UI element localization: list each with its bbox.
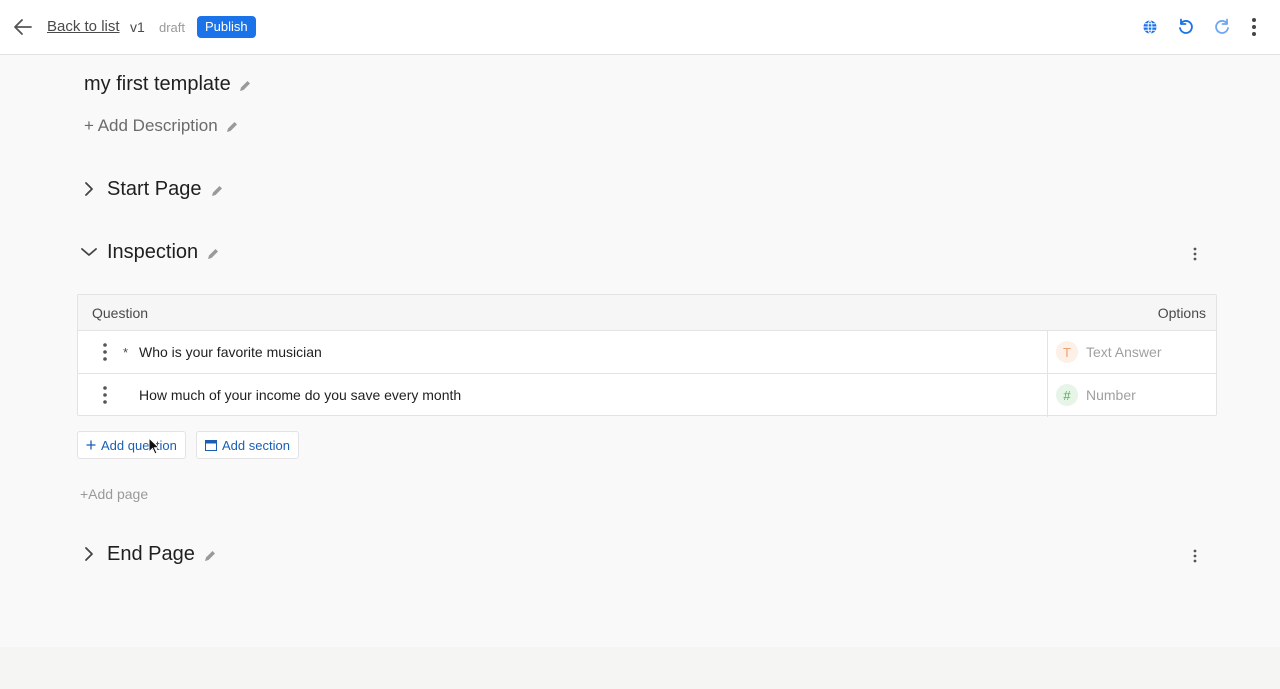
section-title-end-page[interactable]: End Page [107, 543, 195, 566]
publish-button[interactable]: Publish [197, 16, 256, 38]
pencil-icon[interactable] [206, 247, 220, 261]
pencil-icon[interactable] [210, 184, 224, 198]
table-header: Question Options [78, 295, 1216, 331]
undo-icon[interactable] [1175, 16, 1197, 38]
column-header-question: Question [92, 305, 149, 321]
plus-icon [86, 440, 96, 450]
question-text[interactable]: How much of your income do you save ever… [139, 387, 461, 403]
required-marker: * [123, 345, 129, 360]
back-to-list-link[interactable]: Back to list [47, 18, 120, 35]
drag-handle-icon[interactable] [100, 385, 110, 405]
version-label: v1 [130, 19, 145, 35]
chevron-right-icon[interactable] [79, 544, 99, 564]
chevron-down-icon[interactable] [79, 242, 99, 262]
section-title-inspection[interactable]: Inspection [107, 241, 198, 264]
table-row[interactable]: * Who is your favorite musician T Text A… [78, 331, 1216, 374]
column-header-options: Options [1157, 305, 1206, 321]
section-title-start-page[interactable]: Start Page [107, 178, 202, 201]
drag-handle-icon[interactable] [100, 342, 110, 362]
response-type-label[interactable]: Text Answer [1086, 344, 1161, 360]
add-section-label: Add section [222, 437, 290, 453]
add-description-link[interactable]: + Add Description [84, 116, 218, 136]
pencil-icon[interactable] [203, 549, 217, 563]
top-bar: Back to list v1 draft Publish [0, 0, 1280, 55]
template-title[interactable]: my first template [84, 73, 231, 96]
column-divider [1047, 331, 1048, 373]
response-type-label[interactable]: Number [1086, 387, 1136, 403]
number-type-icon: # [1056, 384, 1078, 406]
add-question-label: Add question [101, 437, 177, 453]
text-type-icon: T [1056, 341, 1078, 363]
section-icon [205, 439, 217, 451]
pencil-icon[interactable] [238, 79, 252, 93]
globe-icon[interactable] [1139, 16, 1161, 38]
question-text[interactable]: Who is your favorite musician [139, 344, 322, 360]
chevron-right-icon[interactable] [79, 179, 99, 199]
pencil-icon[interactable] [225, 120, 239, 134]
add-page-link[interactable]: +Add page [80, 486, 148, 502]
status-badge: draft [159, 20, 186, 35]
add-question-button[interactable]: Add question [77, 431, 186, 459]
add-section-button[interactable]: Add section [196, 431, 299, 459]
arrow-left-icon[interactable] [12, 16, 34, 38]
footer-band [0, 647, 1280, 689]
redo-icon[interactable] [1211, 16, 1233, 38]
section-menu-icon[interactable] [1188, 245, 1202, 263]
question-table: Question Options * Who is your favorite … [77, 294, 1217, 417]
more-vertical-icon[interactable] [1243, 16, 1265, 38]
table-row[interactable]: How much of your income do you save ever… [78, 374, 1216, 417]
column-divider [1047, 374, 1048, 417]
section-menu-icon[interactable] [1188, 547, 1202, 565]
